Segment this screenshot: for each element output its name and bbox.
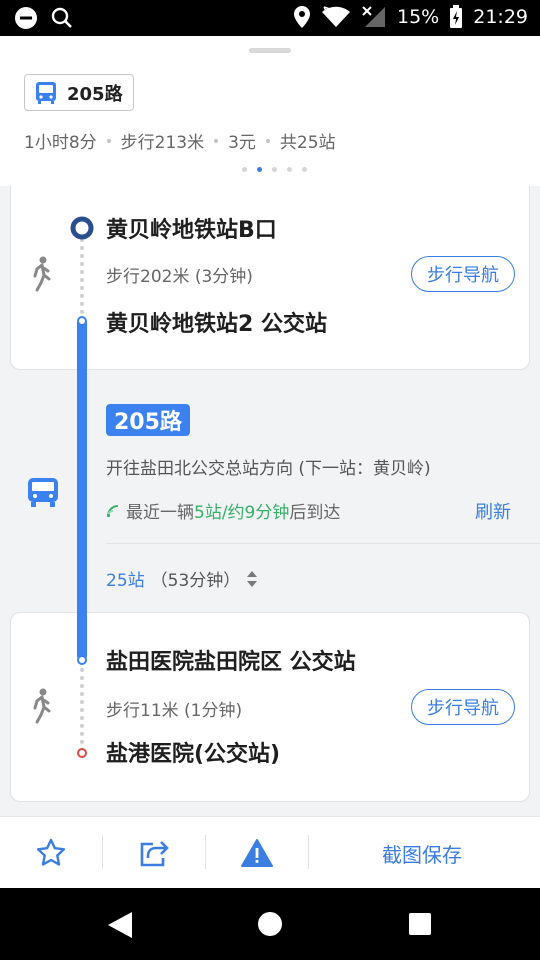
- expand-toggle-icon: [247, 570, 258, 587]
- bus-path-line: [77, 317, 87, 661]
- recents-icon[interactable]: [408, 912, 432, 936]
- screenshot-save-button[interactable]: 截图保存: [382, 839, 462, 868]
- summary-separator: [265, 138, 270, 143]
- walk-path-line: [80, 668, 84, 744]
- alighting-stop-dot: [77, 655, 87, 665]
- realtime-suffix: 后到达: [289, 503, 341, 523]
- route-chip-label: 205路: [67, 83, 123, 105]
- share-button[interactable]: [103, 817, 205, 889]
- page-dot: [257, 167, 262, 172]
- toolbar-separator: [308, 835, 309, 869]
- start-point-icon: [70, 216, 94, 240]
- signal-icon: [362, 6, 385, 27]
- summary-stops: 共25站: [279, 133, 336, 153]
- bus-icon: [36, 81, 56, 104]
- summary-fare: 3元: [228, 133, 256, 153]
- page-dot: [242, 167, 247, 172]
- walking-icon: [33, 256, 51, 292]
- alighting-stop-name[interactable]: 盐田医院盐田院区 公交站: [106, 644, 356, 676]
- bus-line-badge[interactable]: 205路: [106, 404, 190, 436]
- walk-path-line: [80, 238, 84, 314]
- bottom-toolbar: 截图保存: [0, 816, 540, 888]
- walking-icon: [33, 688, 51, 724]
- boarding-stop-dot: [77, 316, 87, 326]
- boarding-stop-name[interactable]: 黄贝岭地铁站2 公交站: [106, 306, 327, 338]
- home-icon[interactable]: [256, 910, 284, 938]
- status-bar: 15% 21:29: [0, 0, 540, 36]
- favorite-button[interactable]: [0, 817, 102, 889]
- back-icon[interactable]: [106, 910, 134, 940]
- do-not-disturb-icon: [15, 7, 37, 29]
- realtime-prefix: 最近一辆: [126, 503, 194, 523]
- walk-info: 步行202米 (3分钟): [106, 267, 253, 287]
- page-dot: [272, 167, 277, 172]
- share-icon: [140, 841, 169, 867]
- page-indicator: [242, 167, 307, 172]
- warning-icon: [241, 839, 273, 867]
- destination-name[interactable]: 盐港医院(公交站): [106, 736, 280, 768]
- clock: 21:29: [473, 6, 528, 28]
- divider: [106, 543, 540, 544]
- walk-navigation-button[interactable]: 步行导航: [411, 689, 515, 725]
- walk-info: 步行11米 (1分钟): [106, 701, 243, 721]
- system-nav-bar: [0, 888, 540, 960]
- search-icon: [51, 7, 72, 28]
- realtime-signal-icon: [106, 504, 119, 517]
- stops-count: 25站: [106, 571, 145, 591]
- route-summary: 1小时8分 步行213米 3元 共25站: [24, 128, 336, 153]
- summary-walk: 步行213米: [120, 133, 205, 153]
- summary-duration: 1小时8分: [24, 133, 97, 153]
- drag-handle[interactable]: [249, 48, 291, 53]
- battery-percent: 15%: [397, 6, 440, 28]
- route-detail[interactable]: 黄贝岭地铁站B口 步行202米 (3分钟) 步行导航 黄贝岭地铁站2 公交站 2…: [0, 186, 540, 816]
- walk-navigation-button[interactable]: 步行导航: [411, 256, 515, 292]
- battery-charging-icon: [450, 5, 463, 28]
- wifi-icon: [322, 6, 350, 27]
- star-icon: [36, 838, 66, 866]
- bus-direction: 开往盐田北公交总站方向 (下一站：黄贝岭): [106, 459, 431, 479]
- summary-separator: [106, 138, 111, 143]
- refresh-button[interactable]: 刷新: [475, 498, 511, 524]
- end-point-icon: [77, 748, 87, 758]
- realtime-arrival: 最近一辆5站/约9分钟后到达: [106, 498, 340, 523]
- page-dot: [302, 167, 307, 172]
- route-chip[interactable]: 205路: [24, 74, 134, 111]
- ride-duration: （53分钟）: [150, 571, 241, 591]
- stops-expand-toggle[interactable]: 25站 （53分钟）: [106, 566, 258, 591]
- page-dot: [287, 167, 292, 172]
- location-icon: [294, 6, 310, 28]
- summary-separator: [214, 138, 219, 143]
- route-summary-card: 205路 1小时8分 步行213米 3元 共25站: [0, 36, 540, 186]
- realtime-eta: 5站/约9分钟: [194, 503, 290, 523]
- report-issue-button[interactable]: [206, 817, 308, 889]
- bus-mode-icon: [28, 478, 58, 507]
- start-stop-name[interactable]: 黄贝岭地铁站B口: [106, 212, 277, 244]
